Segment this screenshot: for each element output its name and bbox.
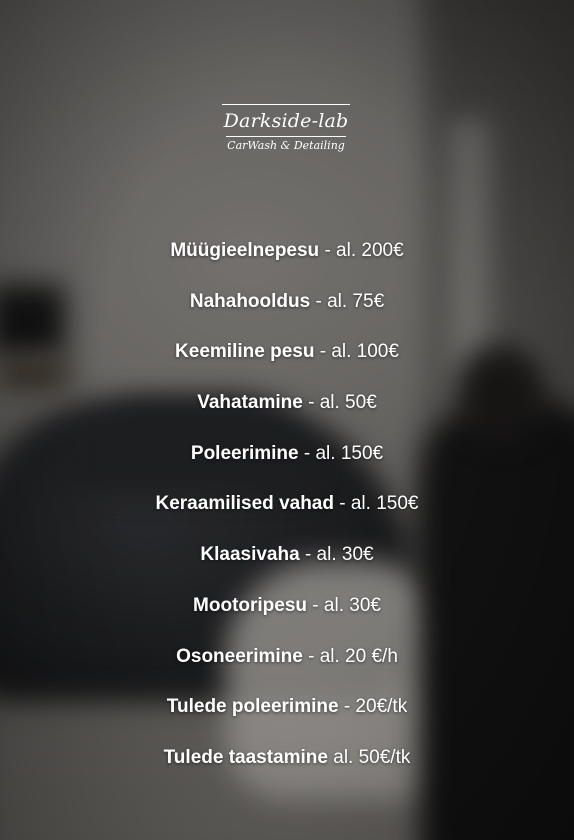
- service-price: - al. 150€: [333, 493, 419, 515]
- service-price: - al. 200€: [319, 240, 404, 261]
- service-price: - al. 20 €/h: [302, 645, 398, 667]
- price-list: Müügieelnepesu - al. 200€ Nahahooldus - …: [0, 236, 574, 794]
- service-price: - al. 30€: [307, 594, 381, 616]
- price-item: Keemiline pesu - al. 100€: [0, 337, 574, 388]
- service-price: - al. 150€: [298, 442, 384, 464]
- logo-top-rule: [222, 104, 350, 105]
- price-item: Poleerimine - al. 150€: [0, 439, 574, 490]
- service-price: - al. 30€: [299, 544, 374, 566]
- price-item: Tulede poleerimine - 20€/tk: [0, 692, 574, 743]
- price-item: Nahahooldus - al. 75€: [0, 287, 574, 338]
- logo-name: Darkside-lab: [223, 110, 349, 132]
- service-name: Tulede taastamine: [163, 746, 328, 768]
- service-name: Vahatamine: [197, 392, 303, 414]
- service-price: - 20€/tk: [338, 696, 408, 718]
- price-item: Mootoripesu - al. 30€: [0, 591, 574, 642]
- service-name: Poleerimine: [190, 442, 299, 464]
- price-item: Müügieelnepesu - al. 200€: [0, 236, 574, 287]
- service-name: Müügieelnepesu: [170, 240, 320, 261]
- logo-tagline: CarWash & Detailing: [227, 139, 345, 152]
- price-item: Keraamilised vahad - al. 150€: [0, 489, 574, 540]
- brand-logo: Darkside-lab CarWash & Detailing: [222, 104, 350, 153]
- service-name: Mootoripesu: [193, 594, 308, 616]
- price-item: Vahatamine - al. 50€: [0, 388, 574, 439]
- service-price: - al. 50€: [302, 392, 377, 414]
- service-price: - al. 75€: [310, 290, 385, 312]
- logo-divider: [226, 136, 346, 137]
- service-name: Klaasivaha: [200, 544, 300, 566]
- price-item: Klaasivaha - al. 30€: [0, 540, 574, 591]
- service-price: al. 50€/tk: [327, 746, 411, 768]
- price-item: Tulede taastamine al. 50€/tk: [0, 743, 574, 794]
- service-price: - al. 100€: [314, 341, 399, 363]
- service-name: Keraamilised vahad: [155, 493, 334, 515]
- price-item: Osoneerimine - al. 20 €/h: [0, 642, 574, 693]
- service-name: Nahahooldus: [189, 290, 311, 312]
- service-name: Osoneerimine: [176, 645, 303, 667]
- service-name: Tulede poleerimine: [166, 696, 339, 718]
- service-name: Keemiline pesu: [175, 341, 315, 363]
